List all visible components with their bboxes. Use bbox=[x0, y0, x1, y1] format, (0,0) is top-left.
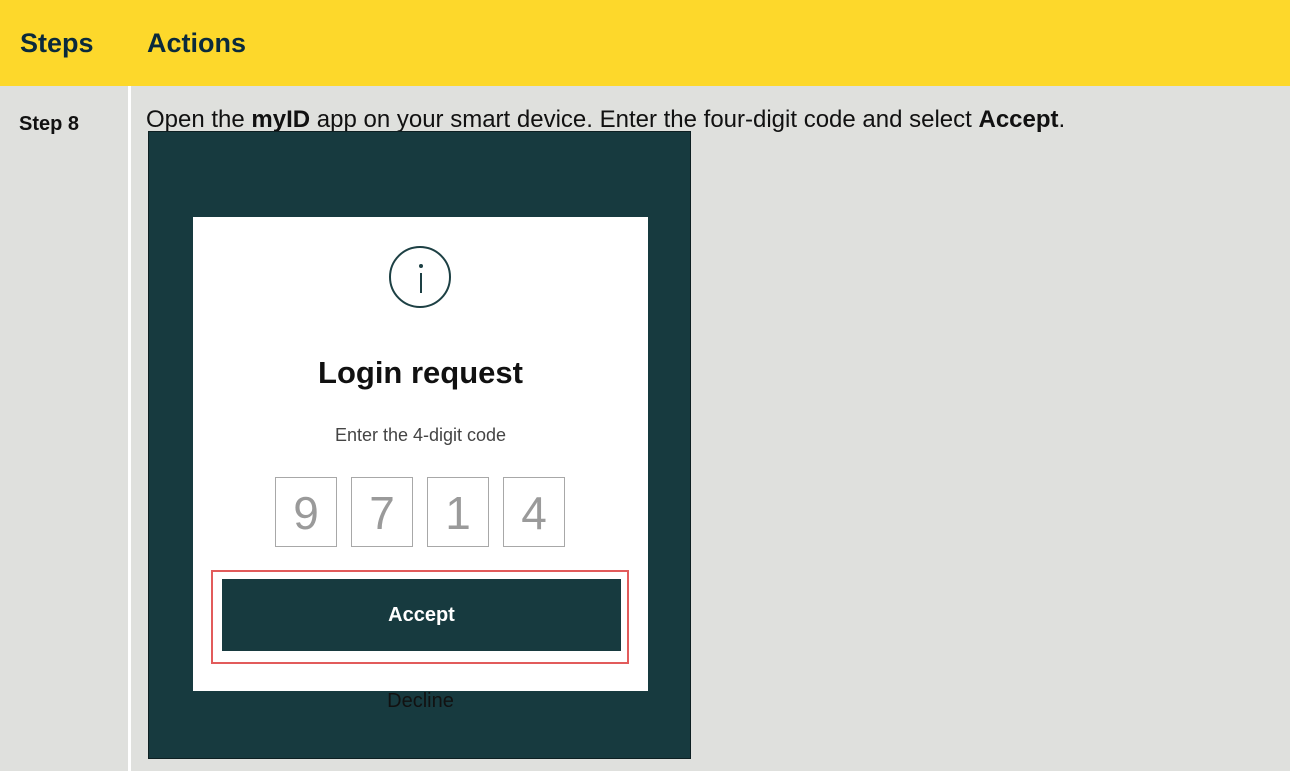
info-icon-dot bbox=[419, 264, 423, 268]
instruction-part1: Open the bbox=[146, 106, 252, 133]
step-label: Step 8 bbox=[19, 113, 80, 135]
steps-cell: Step 8 bbox=[0, 86, 128, 771]
instruction-action: Accept bbox=[978, 106, 1059, 133]
info-icon bbox=[389, 246, 451, 308]
login-request-card: Login request Enter the 4-digit code 9 7… bbox=[193, 217, 648, 712]
info-icon-bar bbox=[420, 273, 422, 293]
table-header-row: Steps Actions bbox=[0, 0, 1290, 86]
header-steps: Steps bbox=[20, 28, 94, 58]
code-digit-3[interactable]: 1 bbox=[427, 477, 489, 547]
phone-screenshot: Login request Enter the 4-digit code 9 7… bbox=[148, 131, 691, 759]
card-subtitle: Enter the 4-digit code bbox=[334, 425, 507, 445]
header-actions: Actions bbox=[147, 28, 247, 58]
code-digit-2[interactable]: 7 bbox=[351, 477, 413, 547]
code-digit-4[interactable]: 4 bbox=[503, 477, 565, 547]
table-row: Step 8 Open the myID app on your smart d… bbox=[0, 86, 1290, 771]
decline-link[interactable]: Decline bbox=[193, 690, 648, 713]
instruction-app-name: myID bbox=[251, 106, 311, 133]
instruction-table: Steps Actions Step 8 Open the myID app o… bbox=[0, 0, 1290, 771]
actions-cell: Open the myID app on your smart device. … bbox=[131, 86, 1290, 771]
code-digit-1[interactable]: 9 bbox=[275, 477, 337, 547]
instruction-text: Open the myID app on your smart device. … bbox=[146, 106, 1065, 134]
card-title: Login request bbox=[318, 355, 523, 390]
instruction-part3: . bbox=[1058, 106, 1066, 133]
instruction-part2: app on your smart device. Enter the four… bbox=[310, 106, 979, 133]
accept-button[interactable]: Accept bbox=[222, 579, 621, 651]
